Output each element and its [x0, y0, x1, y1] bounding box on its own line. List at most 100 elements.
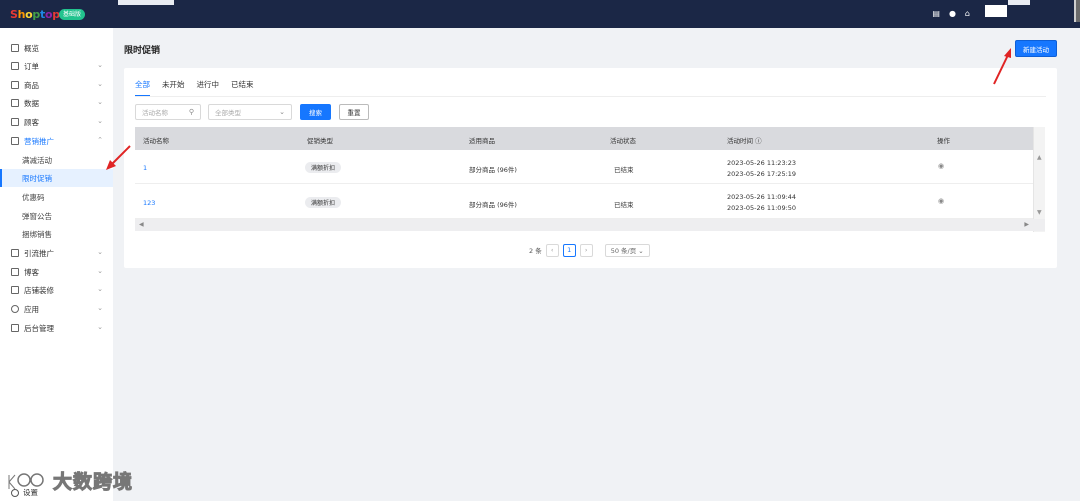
- link-icon: [11, 249, 19, 257]
- sidebar-item-full-reduction[interactable]: 满减活动: [0, 151, 113, 169]
- promo-type-tag: 满额折扣: [305, 162, 342, 173]
- page-1-button[interactable]: 1: [562, 243, 576, 257]
- help-icon[interactable]: ●: [949, 9, 956, 19]
- scroll-up-icon[interactable]: ▲: [1037, 154, 1042, 161]
- home-icon[interactable]: ⌂: [965, 9, 970, 19]
- status-tabs: 全部 未开始 进行中 已结束: [135, 79, 254, 96]
- shoptop-logo[interactable]: Shoptop: [10, 8, 60, 21]
- activity-name-link[interactable]: 123: [143, 199, 155, 207]
- database-icon[interactable]: ▤: [932, 9, 940, 19]
- top-bar: Shoptop 基础版 ▤ ● ⌂: [0, 0, 1080, 28]
- product-icon: [11, 81, 19, 89]
- sidebar-item-customers[interactable]: 顾客 ⌄: [0, 113, 113, 131]
- logo-letter: h: [17, 8, 26, 21]
- sidebar-item-orders[interactable]: 订单 ⌄: [0, 57, 113, 75]
- watermark-text: 大数跨境: [52, 471, 134, 494]
- col-products: 适用商品: [469, 137, 495, 145]
- chevron-down-icon: ⌄: [97, 61, 103, 69]
- logo-letter: o: [25, 8, 33, 21]
- vertical-scrollbar[interactable]: ▲ ▼: [1033, 127, 1045, 232]
- order-icon: [11, 62, 19, 70]
- chevron-down-icon: ⌄: [97, 285, 103, 293]
- status-cell: 已结束: [614, 201, 634, 209]
- chevron-down-icon: ⌄: [97, 117, 103, 125]
- type-select[interactable]: 全部类型 ⌄: [208, 104, 292, 120]
- logo-letter: o: [44, 8, 53, 21]
- sidebar-item-admin[interactable]: 后台管理 ⌄: [0, 319, 113, 337]
- total-count: 2 条: [529, 247, 542, 255]
- user-avatar[interactable]: [985, 5, 1007, 17]
- chevron-down-icon: ⌄: [97, 98, 103, 106]
- col-status: 活动状态: [610, 137, 636, 145]
- user-icon: [11, 118, 19, 126]
- search-button[interactable]: 搜索: [300, 104, 331, 120]
- new-activity-button[interactable]: 新建活动: [1015, 40, 1057, 57]
- scroll-right-icon[interactable]: ▶: [1024, 221, 1029, 228]
- page-size-select[interactable]: 50 条/页 ⌄: [604, 243, 650, 257]
- col-actions: 操作: [937, 137, 950, 145]
- col-promo-type: 促销类型: [307, 137, 333, 145]
- chevron-up-icon: ⌃: [97, 136, 103, 144]
- version-badge: 基础版: [59, 9, 86, 20]
- sidebar-item-products[interactable]: 商品 ⌄: [0, 76, 113, 94]
- content-card: 全部 未开始 进行中 已结束 活动名称 ⚲ 全部类型 ⌄ 搜索 重置 活动名称 …: [124, 68, 1057, 268]
- gear-icon: [11, 488, 19, 497]
- chevron-down-icon: ⌄: [97, 267, 103, 275]
- sidebar-item-settings[interactable]: 设置: [11, 487, 38, 498]
- settings-label: 设置: [23, 488, 38, 497]
- pagination: 2 条 ‹ 1 › 50 条/页 ⌄: [529, 243, 650, 257]
- col-activity-name: 活动名称: [143, 137, 169, 145]
- sidebar-item-popup[interactable]: 弹窗公告: [0, 207, 113, 225]
- scroll-down-icon[interactable]: ▼: [1037, 209, 1042, 216]
- chevron-down-icon: ⌄: [97, 248, 103, 256]
- activity-name-link[interactable]: 1: [143, 164, 147, 172]
- redacted-area: [118, 0, 174, 5]
- end-time: 2023-05-26 17:25:19: [727, 170, 797, 178]
- sidebar-item-bundle[interactable]: 捆绑销售: [0, 225, 113, 243]
- view-icon[interactable]: ◉: [938, 197, 944, 205]
- type-placeholder: 全部类型: [215, 109, 241, 117]
- prev-page-button[interactable]: ‹: [545, 243, 559, 257]
- horizontal-scrollbar[interactable]: ◀ ▶: [135, 219, 1045, 231]
- search-icon: ⚲: [188, 108, 194, 116]
- tab-not-started[interactable]: 未开始: [162, 79, 185, 94]
- tag-icon: [11, 137, 19, 145]
- col-time: 活动时间 ⓘ: [727, 137, 762, 145]
- reset-button[interactable]: 重置: [339, 104, 369, 120]
- redacted-user: [1008, 0, 1030, 5]
- sidebar-item-apps[interactable]: 应用 ⌄: [0, 300, 113, 318]
- end-time: 2023-05-26 11:09:50: [727, 204, 797, 212]
- sidebar: 概览 订单 ⌄ 商品 ⌄ 数据 ⌄ 顾客 ⌄ 营销推广 ⌃ 满减活动 限时促销 优惠码 弹…: [0, 28, 113, 501]
- sidebar-item-flash-sale[interactable]: 限时促销: [0, 169, 113, 187]
- sidebar-item-store-design[interactable]: 店铺装修 ⌄: [0, 281, 113, 299]
- tabs-divider: [135, 96, 1046, 97]
- activity-name-search-input[interactable]: 活动名称 ⚲: [135, 104, 201, 120]
- tab-all[interactable]: 全部: [135, 79, 150, 96]
- table-row: 1 满额折扣 部分商品 (96件) 已结束 2023-05-26 11:23:2…: [135, 150, 1033, 184]
- table-header: 活动名称 促销类型 适用商品 活动状态 活动时间 ⓘ 操作: [135, 127, 1033, 150]
- scroll-left-icon[interactable]: ◀: [139, 221, 144, 228]
- tab-in-progress[interactable]: 进行中: [197, 79, 220, 94]
- sidebar-item-marketing[interactable]: 营销推广 ⌃: [0, 132, 113, 150]
- view-icon[interactable]: ◉: [938, 162, 944, 170]
- promo-type-tag: 满额折扣: [305, 197, 342, 208]
- topbar-icons: ▤ ● ⌂: [932, 9, 970, 19]
- admin-icon: [11, 324, 19, 332]
- logo-letter: S: [10, 8, 18, 21]
- status-cell: 已结束: [614, 166, 634, 174]
- page-title: 限时促销: [124, 46, 161, 56]
- sidebar-item-overview[interactable]: 概览: [0, 39, 113, 57]
- chevron-down-icon: ⌄: [97, 323, 103, 331]
- products-cell: 部分商品 (96件): [469, 201, 517, 209]
- next-page-button[interactable]: ›: [579, 243, 593, 257]
- tab-ended[interactable]: 已结束: [231, 79, 254, 94]
- sidebar-item-blog[interactable]: 博客 ⌄: [0, 263, 113, 281]
- table-row: 123 满额折扣 部分商品 (96件) 已结束 2023-05-26 11:09…: [135, 185, 1033, 219]
- sidebar-item-data[interactable]: 数据 ⌄: [0, 94, 113, 112]
- sidebar-item-traffic[interactable]: 引流推广 ⌄: [0, 244, 113, 262]
- chevron-down-icon: ⌄: [97, 304, 103, 312]
- logo-letter: p: [32, 8, 40, 21]
- sidebar-item-coupon-code[interactable]: 优惠码: [0, 188, 113, 206]
- chevron-down-icon: ⌄: [97, 80, 103, 88]
- app-icon: [11, 305, 19, 313]
